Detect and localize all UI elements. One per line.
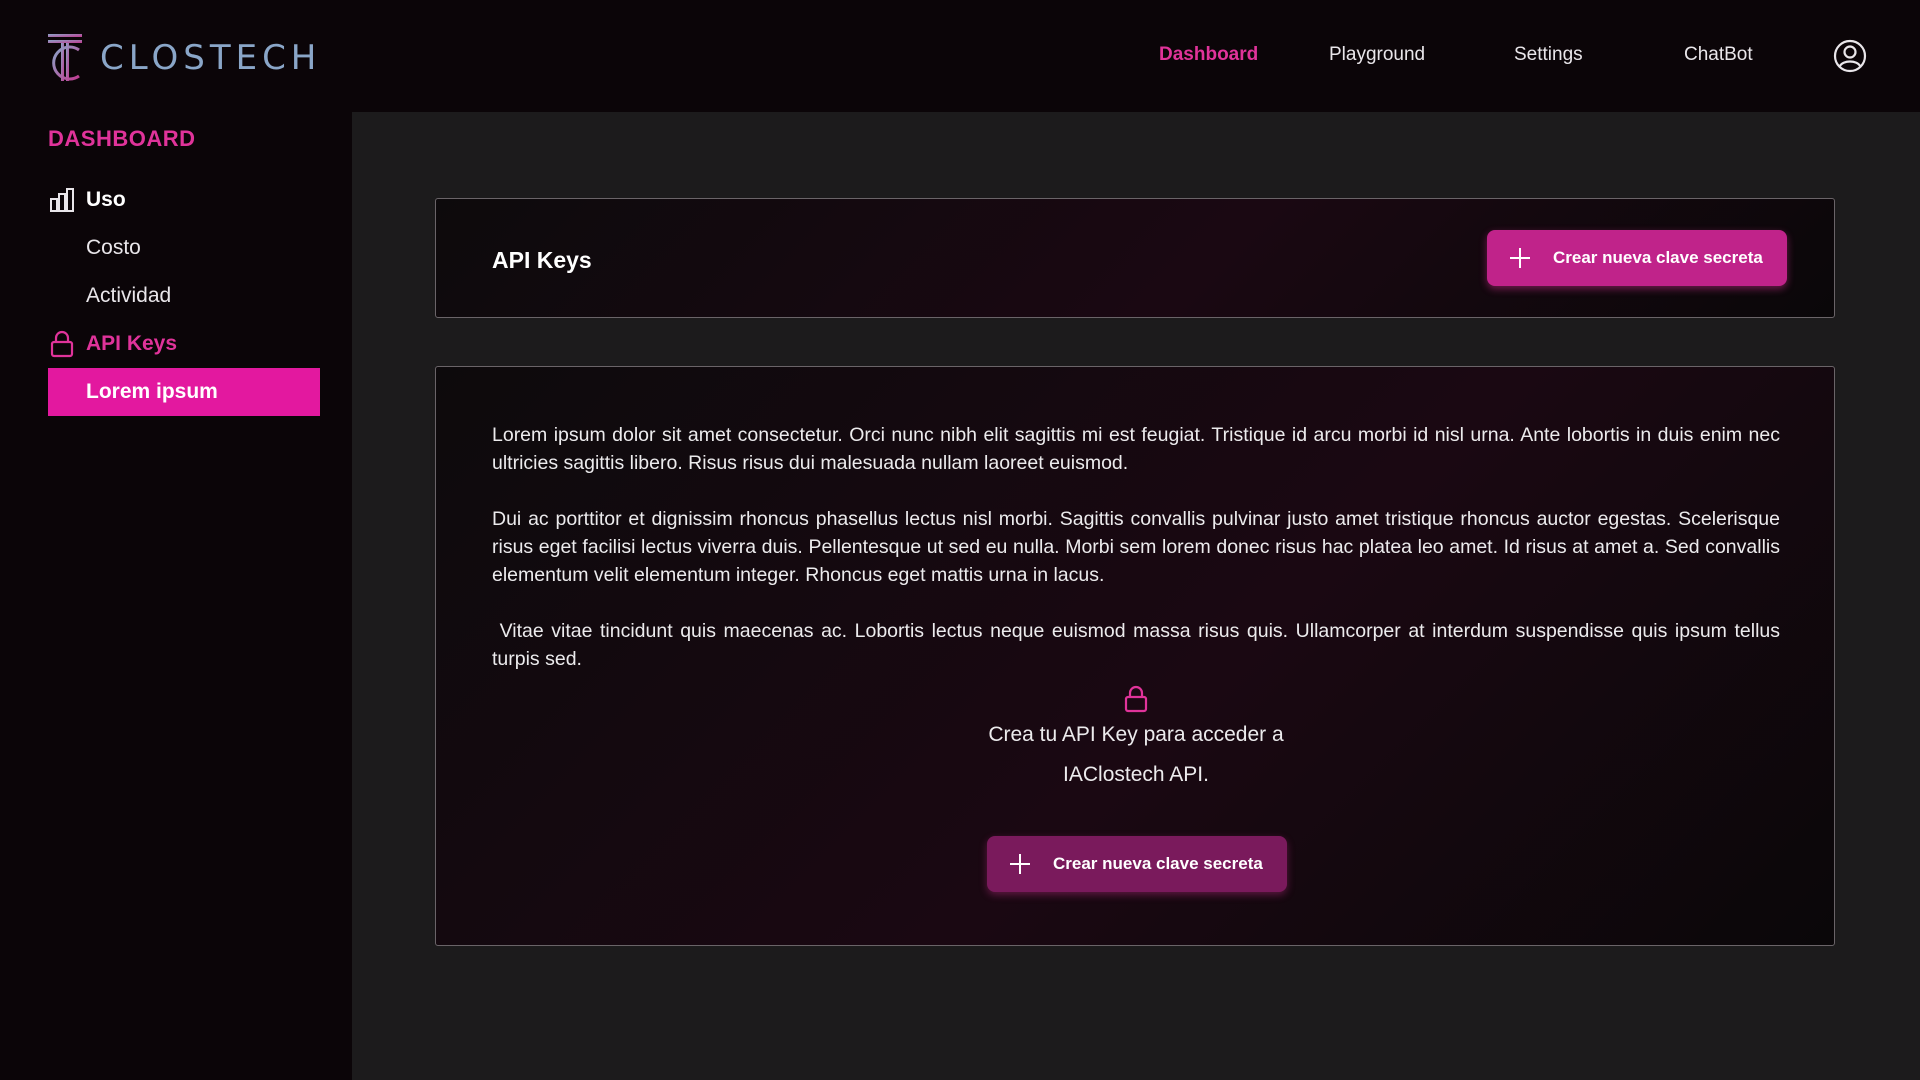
create-secret-key-button-secondary[interactable]: Crear nueva clave secreta [987,836,1287,892]
sidebar-item-lorem-ipsum-label: Lorem ipsum [86,380,218,403]
nav-chatbot[interactable]: ChatBot [1684,44,1753,66]
brand-name: CLOSTECH [100,38,322,78]
sidebar-item-uso-label: Uso [86,188,126,211]
info-paragraph-2: Dui ac porttitor et dignissim rhoncus ph… [492,508,1780,586]
top-navigation: CLOSTECH Dashboard Playground Settings C… [0,0,1920,112]
plus-icon [1510,248,1530,268]
plus-icon [1010,854,1030,874]
sidebar-item-uso[interactable]: Uso [48,185,126,215]
brand-logo[interactable]: CLOSTECH [46,32,321,84]
cta-text-line-2: IAClostech API. [1063,763,1209,786]
info-paragraph-3: Vitae vitae tincidunt quis maecenas ac. … [492,620,1786,670]
sidebar: DASHBOARD Uso Costo Actividad API Keys L… [0,112,352,1080]
bar-chart-icon [50,188,74,212]
user-circle-icon[interactable] [1833,39,1867,73]
cta-text-line-1: Crea tu API Key para acceder a [988,723,1284,746]
sidebar-item-lorem-ipsum[interactable]: Lorem ipsum [48,368,320,416]
nav-dashboard[interactable]: Dashboard [1159,44,1258,66]
lock-icon [50,330,74,358]
api-keys-header-card: API Keys Crear nueva clave secreta [435,198,1835,318]
sidebar-title: DASHBOARD [48,126,196,151]
info-paragraph-1: Lorem ipsum dolor sit amet consectetur. … [492,424,1780,474]
create-secret-key-button[interactable]: Crear nueva clave secreta [1487,230,1787,286]
clostech-logo-icon [48,34,82,81]
nav-settings[interactable]: Settings [1514,44,1583,66]
sidebar-item-costo-label: Costo [86,236,141,259]
sidebar-item-actividad-label: Actividad [86,284,172,307]
create-secret-key-button-secondary-label: Crear nueva clave secreta [1053,854,1263,873]
nav-playground[interactable]: Playground [1329,44,1425,66]
create-secret-key-button-label: Crear nueva clave secreta [1553,248,1763,267]
api-keys-info-card: Lorem ipsum dolor sit amet consectetur. … [435,366,1835,946]
lock-icon [1124,685,1148,713]
main-content: API Keys Crear nueva clave secreta Lorem… [352,112,1920,1080]
sidebar-item-costo[interactable]: Costo [86,233,141,263]
sidebar-item-api-keys-label: API Keys [86,332,178,355]
sidebar-item-actividad[interactable]: Actividad [86,281,171,311]
sidebar-item-api-keys[interactable]: API Keys [48,329,177,359]
page-title: API Keys [492,247,592,273]
